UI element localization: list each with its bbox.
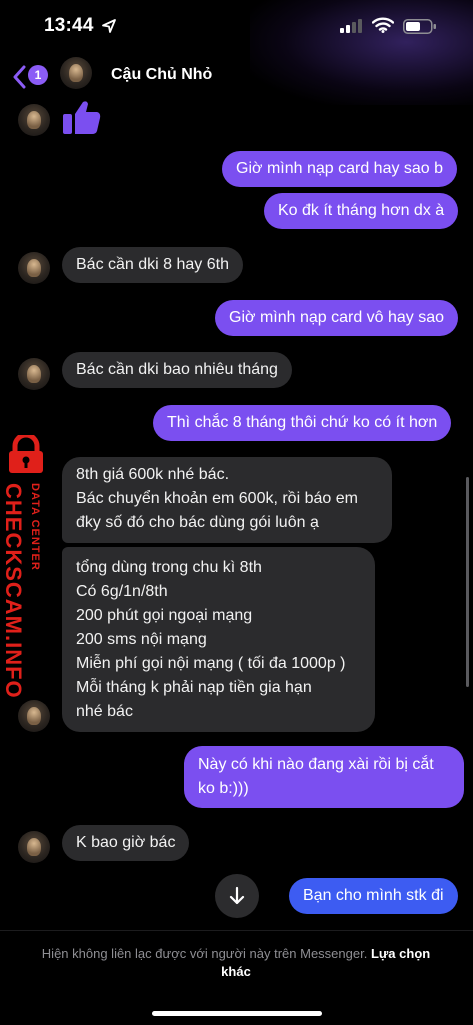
outgoing-message[interactable]: Giờ mình nạp card hay sao b bbox=[222, 151, 458, 187]
watermark-text: CHECKSCAM.INFO bbox=[1, 483, 26, 699]
scroll-to-bottom-button[interactable] bbox=[215, 874, 259, 918]
outgoing-message[interactable]: Ko đk ít tháng hơn dx à bbox=[264, 193, 459, 229]
outgoing-message[interactable]: Thì chắc 8 tháng thôi chứ ko có ít hơn bbox=[153, 405, 452, 441]
message-text: Giờ mình nạp card hay sao b bbox=[236, 160, 444, 177]
notice-text: Hiện không liên lạc được với người này t… bbox=[41, 946, 368, 961]
footer: Hiện không liên lạc được với người này t… bbox=[0, 930, 473, 1025]
message-text: Thì chắc 8 tháng thôi chứ ko có ít hơn bbox=[167, 414, 438, 431]
unavailable-notice: Hiện không liên lạc được với người này t… bbox=[36, 945, 436, 981]
watermark-subtext: DATA CENTER bbox=[29, 483, 41, 571]
incoming-message[interactable]: Bác cần dki bao nhiêu tháng bbox=[62, 352, 292, 388]
message-line: Miễn phí gọi nội mạng ( tối đa 1000p ) bbox=[76, 655, 346, 672]
thumbs-up-icon bbox=[63, 101, 101, 134]
message-line: tổng dùng trong chu kì 8th bbox=[76, 559, 262, 576]
message-line: 8th giá 600k nhé bác. bbox=[76, 466, 230, 483]
avatar bbox=[18, 104, 50, 136]
message-line: Có 6g/1n/8th bbox=[76, 583, 168, 600]
chat-header: 1 Cậu Chủ Nhỏ bbox=[0, 52, 473, 102]
message-text: Ko đk ít tháng hơn dx à bbox=[278, 202, 445, 219]
message-line: Bác chuyển khoản em 600k, rồi báo em bbox=[76, 490, 358, 507]
avatar bbox=[18, 700, 50, 732]
incoming-message[interactable]: tổng dùng trong chu kì 8th Có 6g/1n/8th … bbox=[62, 547, 375, 732]
location-arrow-icon bbox=[102, 19, 116, 33]
status-bar: 13:44 bbox=[0, 0, 473, 105]
arrow-down-icon bbox=[229, 886, 245, 905]
contact-name[interactable]: Cậu Chủ Nhỏ bbox=[111, 66, 212, 84]
contact-avatar[interactable] bbox=[60, 57, 92, 89]
outgoing-message[interactable]: Giờ mình nạp card vô hay sao bbox=[215, 300, 459, 336]
message-line: Mỗi tháng k phải nạp tiền gia hạn bbox=[76, 679, 312, 696]
home-indicator[interactable] bbox=[152, 1011, 322, 1016]
outgoing-message[interactable]: Bạn cho mình stk đi bbox=[289, 878, 458, 914]
battery-icon bbox=[403, 19, 436, 34]
message-line: 200 phút gọi ngoại mạng bbox=[76, 607, 253, 624]
avatar bbox=[18, 252, 50, 284]
message-text: K bao giờ bác bbox=[76, 834, 176, 851]
message-text: Bạn cho mình stk đi bbox=[303, 887, 444, 904]
avatar bbox=[18, 831, 50, 863]
message-text: Bác cần dki 8 hay 6th bbox=[76, 256, 229, 273]
incoming-message[interactable]: 8th giá 600k nhé bác. Bác chuyển khoản e… bbox=[62, 457, 392, 543]
back-button[interactable]: 1 bbox=[12, 63, 52, 91]
cellular-signal-icon bbox=[340, 19, 362, 33]
message-line: nhé bác bbox=[76, 703, 133, 720]
wifi-icon bbox=[372, 17, 394, 33]
message-text: Bác cần dki bao nhiêu tháng bbox=[76, 361, 278, 378]
unread-badge: 1 bbox=[28, 65, 48, 85]
status-time: 13:44 bbox=[44, 15, 94, 36]
padlock-icon bbox=[9, 435, 43, 473]
message-line: 200 sms nội mạng bbox=[76, 631, 207, 648]
incoming-message[interactable]: K bao giờ bác bbox=[62, 825, 190, 861]
outgoing-message[interactable]: Này có khi nào đang xài rồi bị cắt ko b:… bbox=[184, 746, 464, 808]
scrollbar[interactable] bbox=[466, 477, 469, 687]
avatar bbox=[18, 358, 50, 390]
message-text: Giờ mình nạp card vô hay sao bbox=[229, 309, 445, 326]
message-line: đky số đó cho bác dùng gói luôn ạ bbox=[76, 514, 319, 531]
chevron-left-icon bbox=[13, 65, 26, 89]
watermark: CHECKSCAM.INFO DATA CENTER bbox=[0, 435, 52, 699]
message-line: Này có khi nào đang xài rồi bị cắt bbox=[198, 756, 434, 773]
message-line: ko b:))) bbox=[198, 780, 249, 797]
incoming-message[interactable]: Bác cần dki 8 hay 6th bbox=[62, 247, 243, 283]
